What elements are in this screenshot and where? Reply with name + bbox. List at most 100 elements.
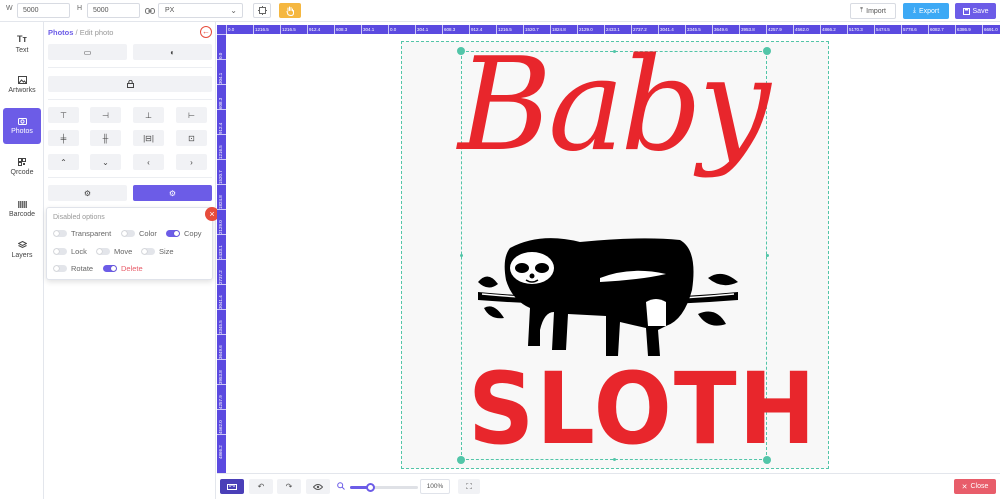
option-label: Delete: [121, 264, 143, 273]
rail-item-label: Barcode: [8, 210, 36, 218]
fit-to-canvas-button[interactable]: ⊡: [176, 130, 207, 146]
bottom-toolbar: ↶ ↷ 100% ⛶ ✕ Close: [217, 473, 1000, 499]
ruler-tick-label: 1520.7: [217, 159, 226, 184]
ruler-tick-label: 3953.8: [217, 359, 226, 384]
ruler-tick-label: 6082.7: [928, 25, 944, 34]
breadcrumb-root[interactable]: Photos: [48, 28, 73, 37]
import-button[interactable]: ⤒ Import: [850, 3, 896, 19]
align-top-button[interactable]: ⊤: [48, 107, 79, 123]
preview-button[interactable]: [306, 479, 330, 494]
option-label: Lock: [71, 247, 87, 256]
align-left-icon: ⊢: [188, 110, 195, 120]
resize-handle-right[interactable]: [766, 254, 769, 257]
width-input[interactable]: 5000: [17, 3, 70, 18]
move-right-button[interactable]: ›: [176, 154, 207, 170]
close-icon: ✕: [961, 483, 968, 491]
align-top-icon: ⊤: [60, 110, 67, 120]
toggle-switch[interactable]: [121, 230, 135, 237]
undo-icon: ↶: [257, 482, 265, 491]
align-left-button[interactable]: ⊢: [176, 107, 207, 123]
ruler-tick-label: 0.0: [217, 34, 226, 59]
color-palette-button[interactable]: ◐: [133, 44, 212, 60]
toggle-switch[interactable]: [166, 230, 180, 237]
ruler-toggle-button[interactable]: [220, 479, 244, 494]
option-label: Size: [159, 247, 174, 256]
align-right-button[interactable]: ⊣: [90, 107, 121, 123]
toggle-switch[interactable]: [53, 265, 67, 272]
export-button[interactable]: ⤓ Export: [903, 3, 949, 19]
option-label: Rotate: [71, 264, 94, 273]
unit-select[interactable]: PX ⌄: [158, 3, 243, 18]
rail-item-artworks[interactable]: Artworks: [3, 67, 41, 103]
toggle-switch[interactable]: [103, 265, 117, 272]
option-lock[interactable]: Lock: [53, 247, 87, 256]
pan-hand-icon[interactable]: [279, 3, 301, 18]
image-icon: [17, 76, 27, 84]
lock-icon: [126, 80, 134, 88]
toggle-switch[interactable]: [96, 248, 110, 255]
lock-button[interactable]: [48, 76, 212, 92]
breadcrumb-current: Edit photo: [79, 28, 114, 37]
center-vertical-button[interactable]: ╫: [90, 130, 121, 146]
sloth-illustration: [478, 238, 738, 356]
ruler-tick-label: 4866.2: [820, 25, 836, 34]
ruler-tick-label: 304.1: [361, 25, 375, 34]
ruler-tick-label: 3345.5: [217, 309, 226, 334]
vertical-ruler: 0.0 304.1 608.3 912.4 1216.5 1520.7 1824.8 2129…: [217, 34, 226, 473]
center-horizontal-button[interactable]: ╪: [48, 130, 79, 146]
option-label: Move: [114, 247, 133, 256]
option-move[interactable]: Move: [96, 247, 132, 256]
move-up-button[interactable]: ⌃: [48, 154, 79, 170]
chevron-right-icon: ›: [190, 157, 193, 167]
toggle-switch[interactable]: [53, 230, 67, 237]
gear-icon: ⚙: [168, 188, 177, 198]
option-copy[interactable]: Copy: [166, 229, 202, 238]
back-arrow-icon[interactable]: ←: [200, 26, 212, 38]
toggle-switch[interactable]: [141, 248, 155, 255]
align-bottom-button[interactable]: ⊥: [133, 107, 164, 123]
ruler-tick-label: 3041.4: [217, 284, 226, 309]
zoom-level[interactable]: 100%: [420, 479, 450, 494]
ruler-tick-label: 2737.2: [217, 259, 226, 284]
rail-item-barcode[interactable]: Barcode: [3, 191, 41, 227]
save-button[interactable]: Save: [955, 3, 996, 19]
layers-icon: [17, 241, 27, 249]
move-left-button[interactable]: ‹: [133, 154, 164, 170]
zoom-slider[interactable]: [350, 483, 418, 492]
option-size[interactable]: Size: [141, 247, 174, 256]
rail-item-photos[interactable]: Photos: [3, 108, 41, 144]
link-dimensions-icon[interactable]: [141, 3, 159, 18]
toggle-switch[interactable]: [53, 248, 67, 255]
option-transparent[interactable]: Transparent: [53, 229, 111, 238]
fullscreen-icon: ⛶: [466, 481, 472, 491]
option-label: Copy: [184, 229, 202, 238]
resize-handle-bottom-left[interactable]: [457, 456, 465, 464]
rail-item-text[interactable]: Tт Text: [3, 26, 41, 62]
divider: [48, 177, 212, 178]
ruler-tick-label: 2129.0: [217, 209, 226, 234]
options-button[interactable]: ⚙: [133, 185, 212, 201]
ruler-tick-label: 0.0: [388, 25, 397, 34]
option-rotate[interactable]: Rotate: [53, 264, 93, 273]
height-input[interactable]: 5000: [87, 3, 140, 18]
import-label: Import: [866, 7, 886, 15]
rail-item-qrcode[interactable]: Qrcode: [3, 149, 41, 185]
ruler-tick-label: 1824.8: [217, 184, 226, 209]
rail-item-layers[interactable]: Layers: [3, 232, 41, 268]
option-color[interactable]: Color: [121, 229, 157, 238]
crop-image-button[interactable]: ▭: [48, 44, 127, 60]
redo-button[interactable]: ↷: [277, 479, 301, 494]
image-settings-button[interactable]: ⚙: [48, 185, 127, 201]
ruler-tick-label: 304.1: [217, 59, 226, 84]
fit-canvas-icon[interactable]: [253, 3, 271, 18]
undo-button[interactable]: ↶: [249, 479, 273, 494]
distribute-button[interactable]: |⊟|: [133, 130, 164, 146]
option-delete[interactable]: Delete: [103, 264, 143, 273]
zoom-slider-knob[interactable]: [366, 483, 376, 492]
resize-handle-left[interactable]: [460, 254, 463, 257]
download-icon: ⤓: [912, 7, 916, 14]
fullscreen-button[interactable]: ⛶: [458, 479, 480, 494]
close-button[interactable]: ✕ Close: [954, 479, 996, 494]
zoom-icon: [337, 482, 345, 490]
move-down-button[interactable]: ⌄: [90, 154, 121, 170]
